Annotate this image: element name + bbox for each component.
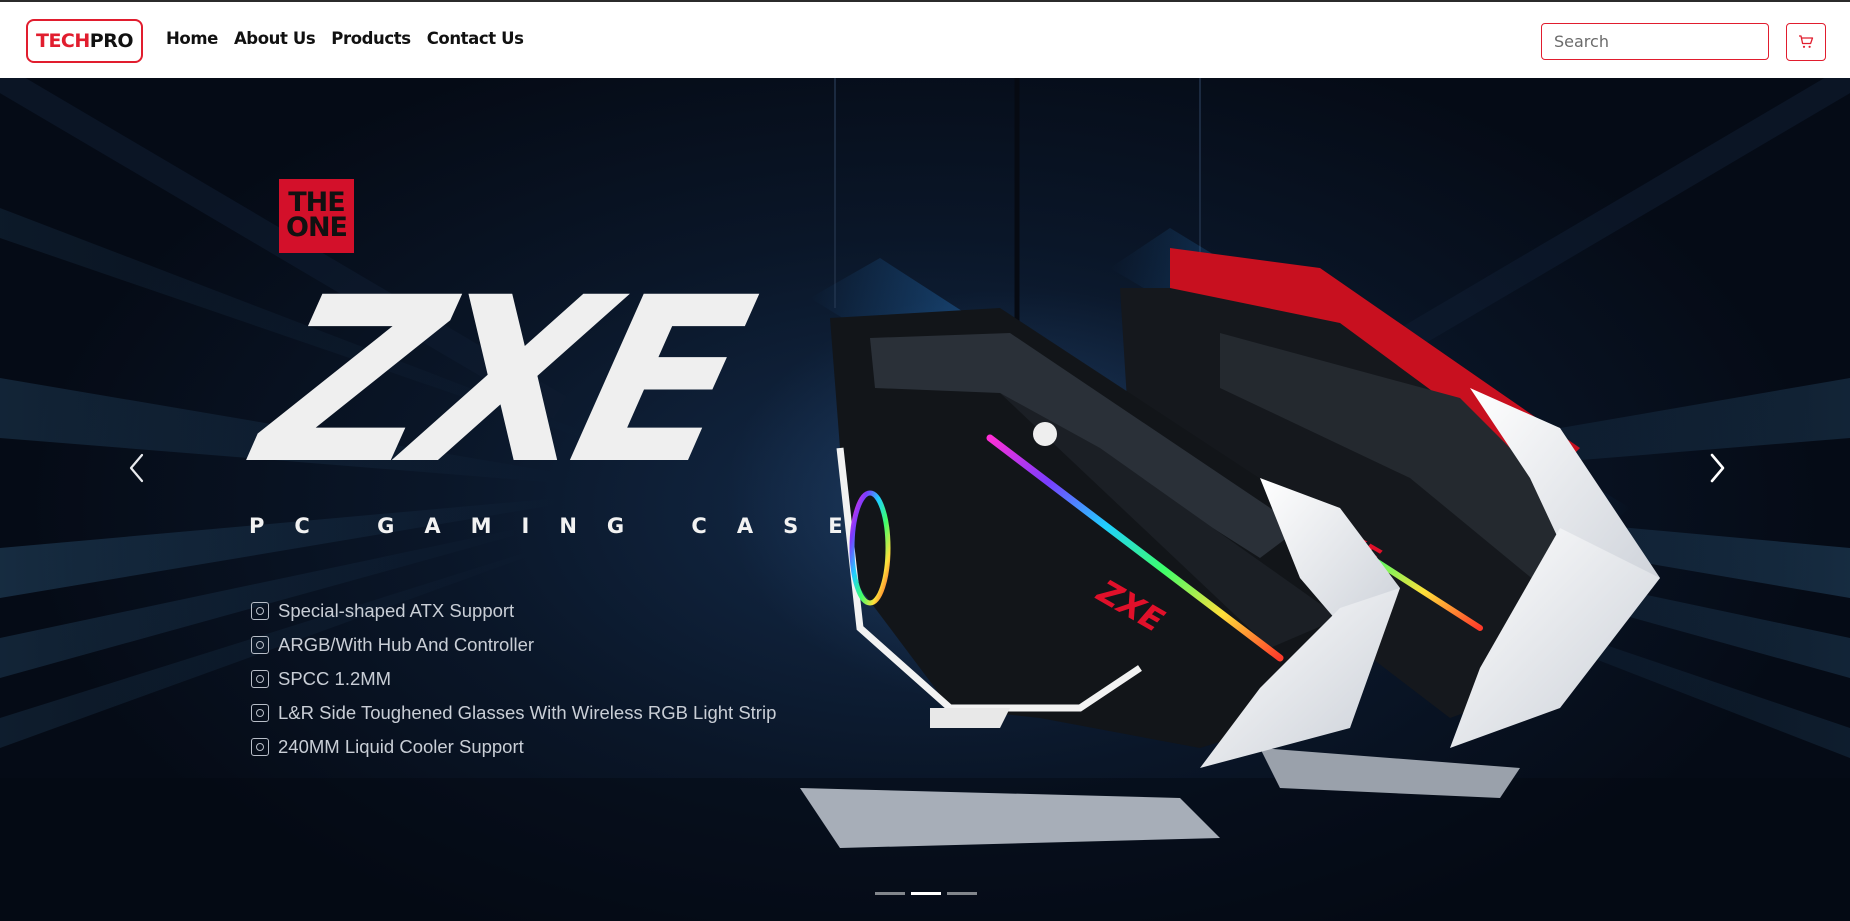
nav-links: Home About Us Products Contact Us xyxy=(166,29,524,48)
brand-part1: TECH xyxy=(35,30,90,52)
feature-text: 240MM Liquid Cooler Support xyxy=(278,736,524,757)
feature-text: SPCC 1.2MM xyxy=(278,668,392,689)
feature-list: Special-shaped ATX Support ARGB/With Hub… xyxy=(251,594,776,764)
nav-link-contact-us[interactable]: Contact Us xyxy=(427,29,524,48)
feature-text: Special-shaped ATX Support xyxy=(278,600,515,621)
feature-item: 240MM Liquid Cooler Support xyxy=(251,730,776,764)
navbar: TECH PRO Home About Us Products Contact U… xyxy=(0,0,1850,78)
carousel-indicator-2[interactable] xyxy=(911,892,941,895)
the-one-logo: THE ONE xyxy=(279,179,354,253)
search-input[interactable] xyxy=(1541,23,1769,60)
feature-item: Special-shaped ATX Support xyxy=(251,594,776,628)
brand-logo[interactable]: TECH PRO xyxy=(26,19,143,63)
hero-carousel: THE ONE ZXE PC GAMING CASE Special-shape… xyxy=(0,78,1850,921)
brand-part2: PRO xyxy=(89,30,134,52)
carousel-indicators xyxy=(875,892,977,895)
glass-icon xyxy=(251,704,269,722)
feature-item: ARGB/With Hub And Controller xyxy=(251,628,776,662)
carousel-indicator-3[interactable] xyxy=(947,892,977,895)
cooler-icon xyxy=(251,738,269,756)
cart-button[interactable] xyxy=(1786,23,1826,61)
motherboard-icon xyxy=(251,602,269,620)
carousel-prev-button[interactable] xyxy=(117,438,157,498)
steel-icon xyxy=(251,670,269,688)
carousel-indicator-1[interactable] xyxy=(875,892,905,895)
nav-link-about-us[interactable]: About Us xyxy=(234,29,316,48)
nav-link-home[interactable]: Home xyxy=(166,29,218,48)
feature-item: SPCC 1.2MM xyxy=(251,662,776,696)
logo-line2: ONE xyxy=(286,212,348,243)
chevron-right-icon xyxy=(1710,453,1725,483)
nav-link-products[interactable]: Products xyxy=(331,29,411,48)
pc-case-product-image: ZXE ZXE xyxy=(800,228,1660,848)
shopping-cart-icon xyxy=(1799,35,1814,48)
fan-icon xyxy=(251,636,269,654)
feature-text: ARGB/With Hub And Controller xyxy=(278,634,535,655)
carousel-next-button[interactable] xyxy=(1697,438,1737,498)
feature-item: L&R Side Toughened Glasses With Wireless… xyxy=(251,696,776,730)
chevron-left-icon xyxy=(129,453,144,483)
